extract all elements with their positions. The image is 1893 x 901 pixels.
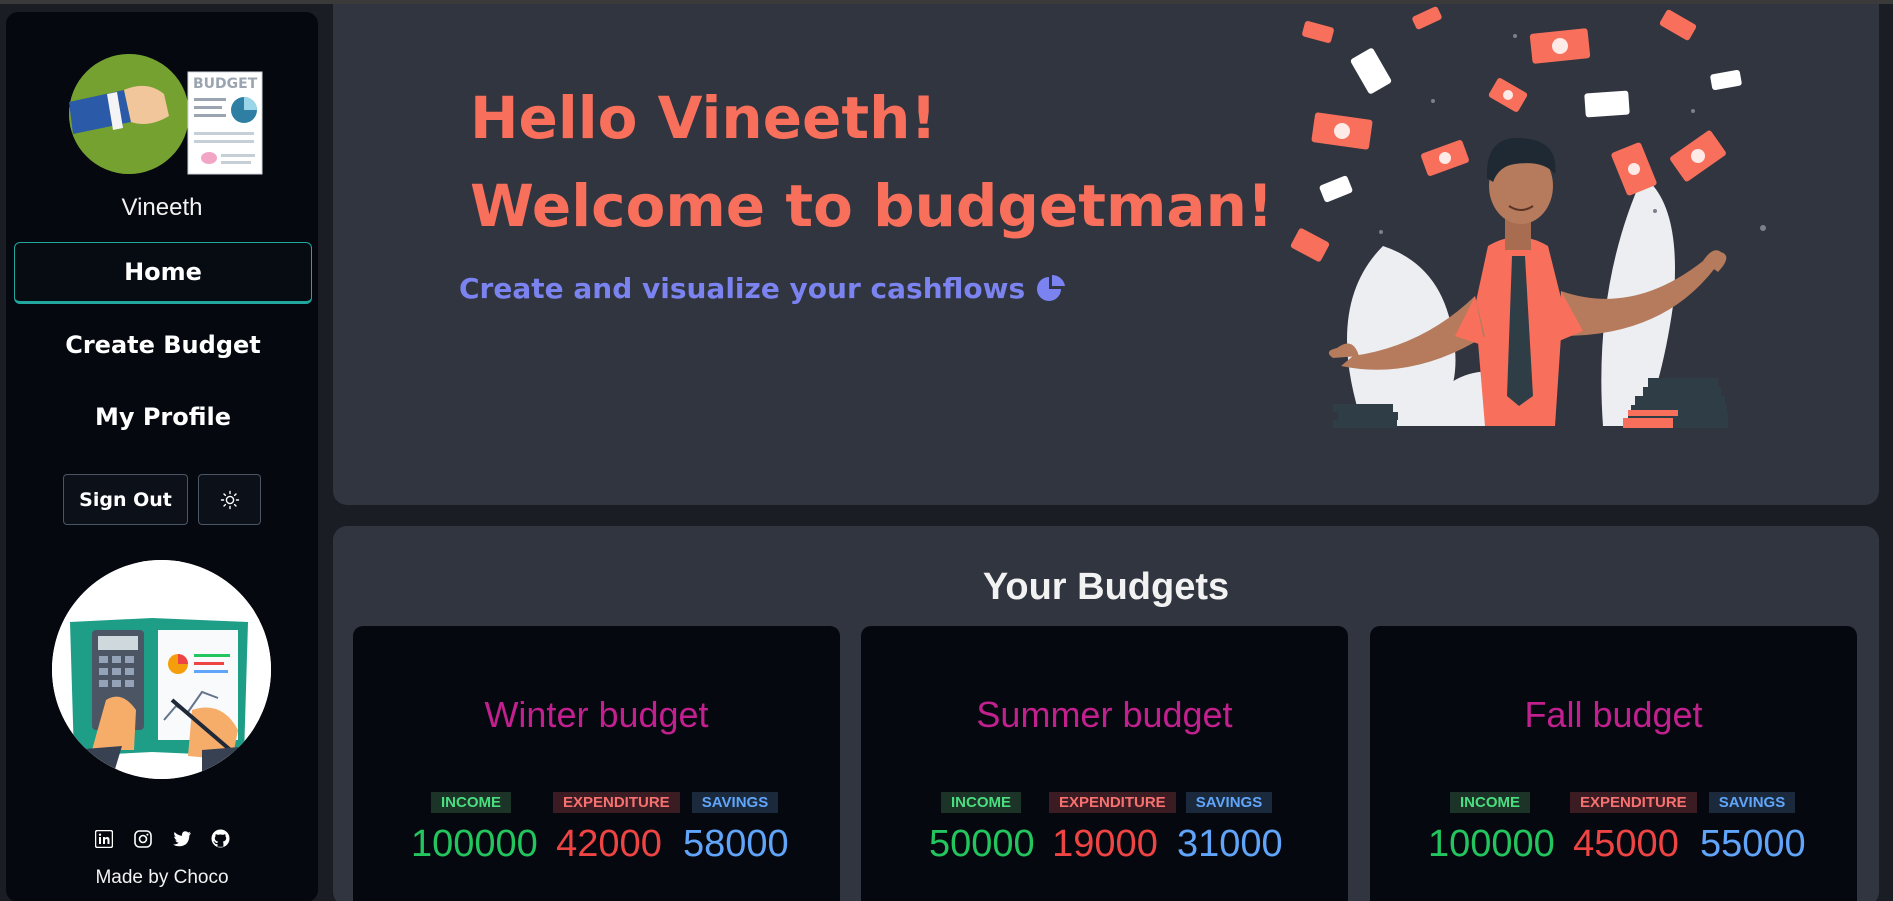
budget-card-title: Summer budget xyxy=(976,694,1233,735)
expenditure-value: 42000 xyxy=(556,823,662,865)
nav-my-profile[interactable]: My Profile xyxy=(14,386,312,448)
expenditure-value: 45000 xyxy=(1573,823,1679,865)
finance-illustration xyxy=(52,560,271,779)
budgets-title: Your Budgets xyxy=(982,566,1230,608)
income-value: 100000 xyxy=(411,823,538,865)
svg-text:BUDGET: BUDGET xyxy=(193,76,258,92)
expenditure-stat: EXPENDITURE 42000 xyxy=(553,792,680,866)
savings-badge: SAVINGS xyxy=(691,792,779,813)
expenditure-stat: EXPENDITURE 45000 xyxy=(1570,792,1697,866)
income-stat: INCOME 100000 xyxy=(411,792,538,866)
income-stat: INCOME 100000 xyxy=(1428,792,1555,866)
linkedin-icon[interactable] xyxy=(93,828,114,849)
income-badge: INCOME xyxy=(941,792,1021,813)
nav-create-budget[interactable]: Create Budget xyxy=(14,314,312,376)
hero-banner: Hello Vineeth! Welcome to budgetman! Cre… xyxy=(333,4,1879,505)
theme-toggle-button[interactable] xyxy=(198,474,261,525)
nav-my-profile-label: My Profile xyxy=(94,403,232,431)
budget-card-title: Winter budget xyxy=(484,694,709,735)
budget-card-summer[interactable]: Summer budget INCOME 50000 EXPENDITURE 1… xyxy=(861,626,1348,901)
greeting-heading: Hello Vineeth! xyxy=(470,84,937,152)
instagram-icon[interactable] xyxy=(132,828,153,849)
username: Vineeth xyxy=(121,194,203,221)
savings-value: 58000 xyxy=(683,823,789,865)
savings-badge: SAVINGS xyxy=(1185,792,1273,813)
sun-icon xyxy=(220,490,239,509)
expenditure-value: 19000 xyxy=(1052,823,1158,865)
budgets-section: Your Budgets Winter budget INCOME 100000… xyxy=(333,526,1879,901)
budget-card-winter[interactable]: Winter budget INCOME 100000 EXPENDITURE … xyxy=(353,626,840,901)
expenditure-badge: EXPENDITURE xyxy=(1570,792,1697,813)
tagline: Create and visualize your cashflows xyxy=(459,272,1067,305)
savings-stat: SAVINGS 55000 xyxy=(1700,792,1806,866)
savings-badge: SAVINGS xyxy=(1708,792,1796,813)
nav-home-label: Home xyxy=(124,258,202,286)
sidebar: BUDGET Vineeth Home Create Budget My Pro… xyxy=(6,12,318,901)
income-value: 100000 xyxy=(1428,823,1555,865)
nav-home[interactable]: Home xyxy=(14,242,312,304)
budget-card-title: Fall budget xyxy=(1524,694,1703,735)
expenditure-stat: EXPENDITURE 19000 xyxy=(1049,792,1176,866)
money-rain-illustration xyxy=(1263,6,1803,436)
savings-value: 55000 xyxy=(1700,823,1806,865)
savings-value: 31000 xyxy=(1177,823,1283,865)
income-badge: INCOME xyxy=(1450,792,1530,813)
footer-credit: Made by Choco xyxy=(95,867,229,888)
savings-stat: SAVINGS 31000 xyxy=(1177,792,1283,866)
income-badge: INCOME xyxy=(431,792,511,813)
social-links xyxy=(6,828,318,849)
welcome-heading: Welcome to budgetman! xyxy=(470,172,1274,240)
expenditure-badge: EXPENDITURE xyxy=(553,792,680,813)
expenditure-badge: EXPENDITURE xyxy=(1049,792,1176,813)
sign-out-button[interactable]: Sign Out xyxy=(63,474,188,525)
github-icon[interactable] xyxy=(210,828,231,849)
twitter-icon[interactable] xyxy=(171,828,192,849)
budget-logo: BUDGET xyxy=(69,42,264,182)
budget-card-fall[interactable]: Fall budget INCOME 100000 EXPENDITURE 45… xyxy=(1370,626,1857,901)
income-value: 50000 xyxy=(929,823,1035,865)
nav-create-budget-label: Create Budget xyxy=(65,331,261,359)
tagline-text: Create and visualize your cashflows xyxy=(459,272,1026,305)
income-stat: INCOME 50000 xyxy=(929,792,1035,866)
savings-stat: SAVINGS 58000 xyxy=(683,792,789,866)
pie-chart-icon xyxy=(1037,274,1066,301)
